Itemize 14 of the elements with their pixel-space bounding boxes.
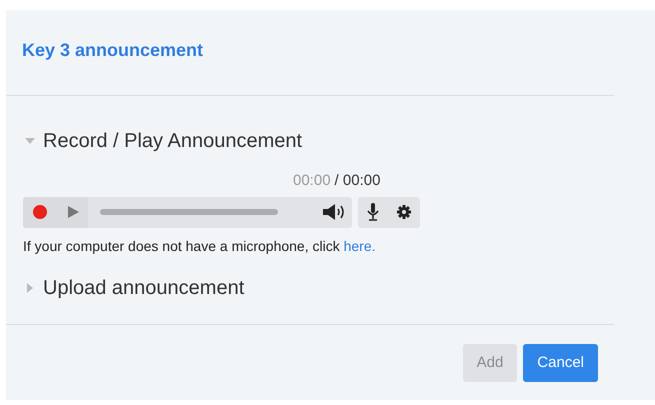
section-title[interactable]: Upload announcement	[43, 272, 244, 302]
total-time: / 00:00	[334, 171, 380, 191]
record-icon	[33, 205, 47, 219]
cancel-button[interactable]: Cancel	[523, 344, 598, 382]
settings-icon[interactable]	[397, 205, 411, 219]
record-button[interactable]	[23, 196, 57, 228]
microphone-icon[interactable]	[367, 203, 379, 221]
microphone-hint: If your computer does not have a microphone, click here.	[23, 236, 377, 256]
section-title[interactable]: Record / Play Announcement	[43, 126, 302, 156]
play-icon	[66, 206, 78, 218]
dialog-title: Key 3 announcement	[21, 39, 204, 62]
elapsed-time: 00:00	[293, 171, 331, 191]
here-link[interactable]: here.	[344, 238, 376, 254]
play-button[interactable]	[57, 196, 88, 228]
